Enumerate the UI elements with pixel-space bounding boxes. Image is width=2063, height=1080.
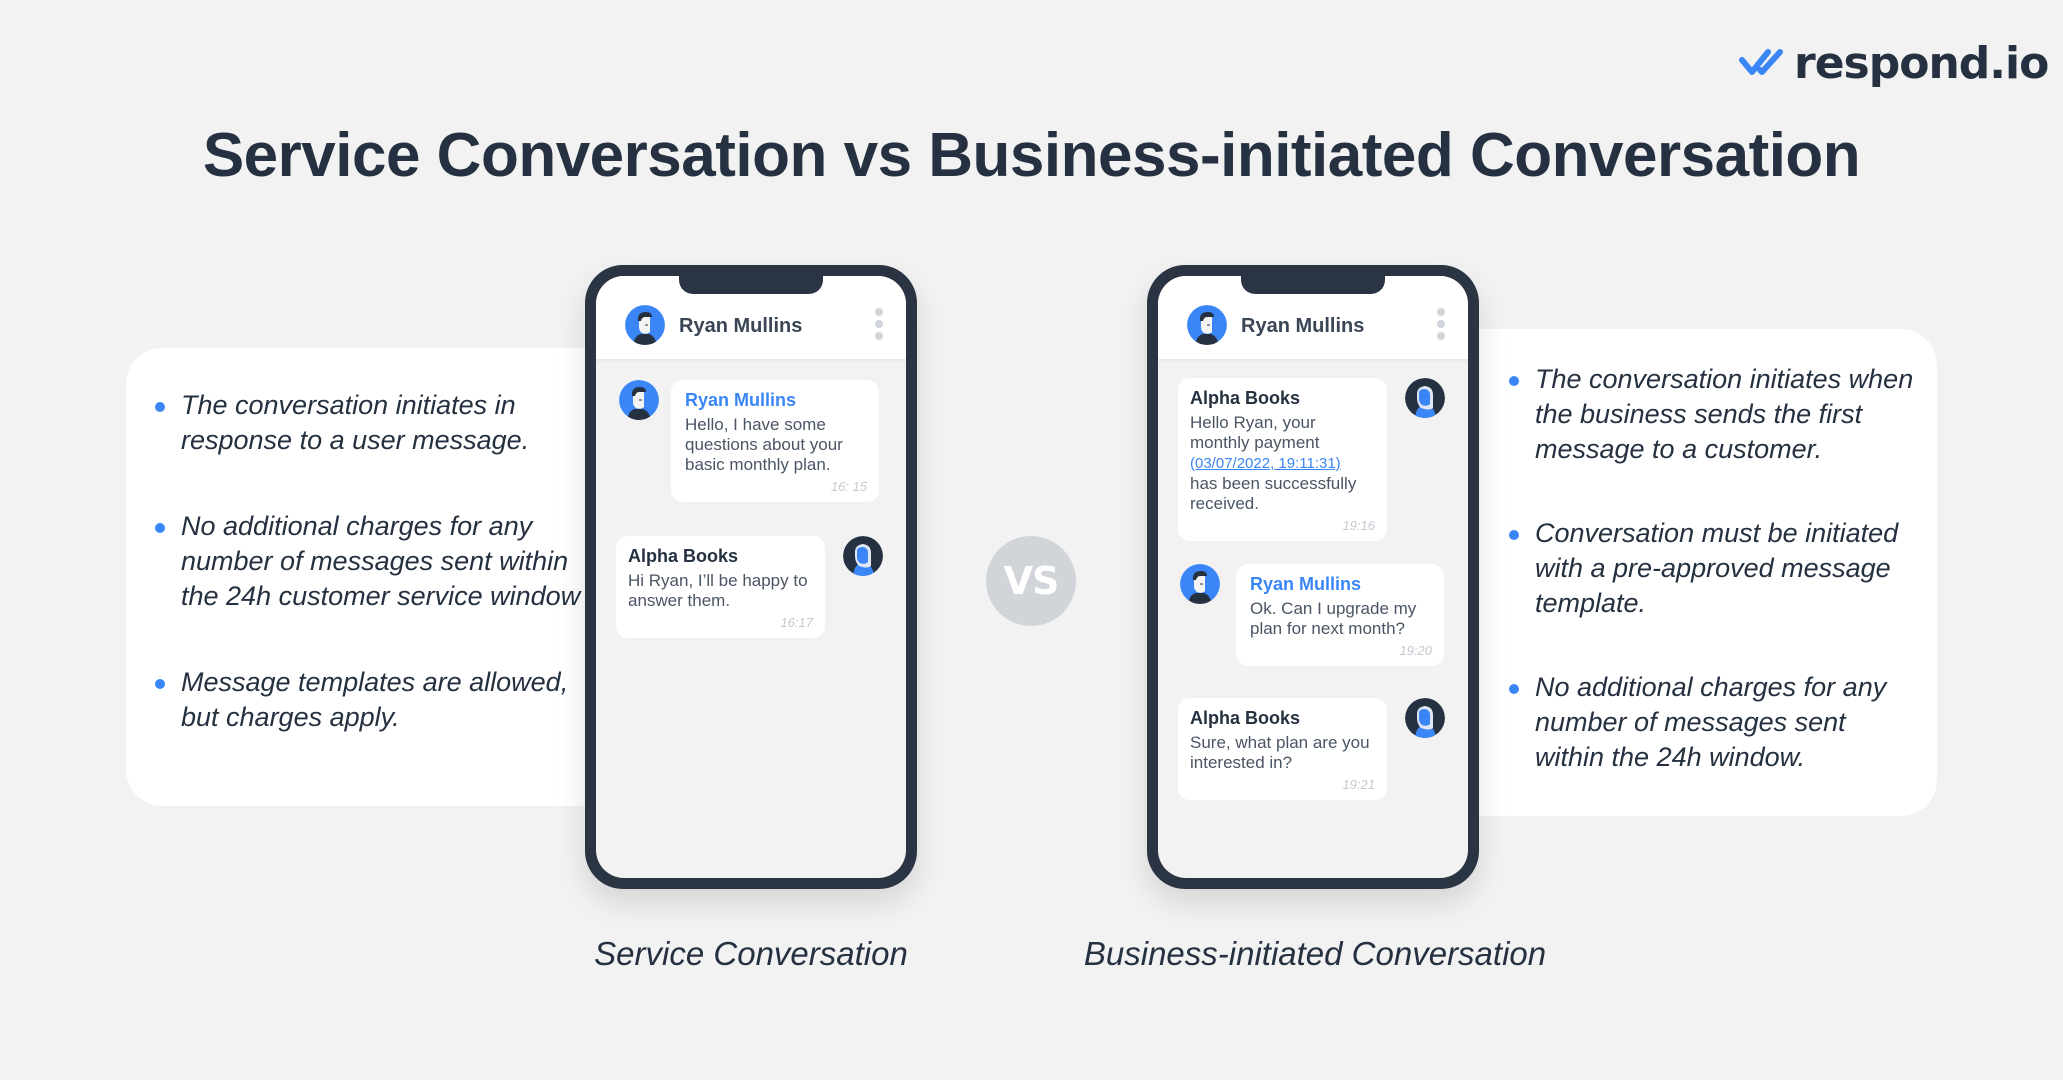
- service-point: Message templates are allowed, but charg…: [155, 665, 581, 735]
- message-sender: Ryan Mullins: [685, 390, 797, 410]
- chat-message-business: Alpha Books Hello Ryan, your monthly pay…: [1178, 378, 1445, 541]
- message-text: Ok. Can I upgrade my plan for next month…: [1250, 599, 1417, 638]
- bullet-icon: [155, 679, 165, 689]
- more-options-icon[interactable]: [1437, 308, 1445, 340]
- message-text: Hello, I have some questions about your …: [685, 415, 843, 474]
- message-sender: Alpha Books: [1190, 708, 1301, 728]
- message-text: Sure, what plan are you interested in?: [1190, 733, 1370, 772]
- message-bubble: Alpha Books Hello Ryan, your monthly pay…: [1178, 378, 1387, 541]
- contact-name: Ryan Mullins: [1241, 315, 1365, 337]
- message-time: 19:16: [1342, 518, 1375, 533]
- page-title: Service Conversation vs Business-initiat…: [202, 121, 1861, 190]
- business-initiated-phone: Ryan Mullins Alpha Books Hello Ryan, you…: [1147, 265, 1479, 889]
- message-bubble: Ryan Mullins Ok. Can I upgrade my plan f…: [1236, 564, 1444, 666]
- message-sender: Alpha Books: [628, 546, 739, 566]
- chat-message-user: Ryan Mullins Ok. Can I upgrade my plan f…: [1180, 564, 1444, 666]
- business-avatar: [1405, 378, 1445, 418]
- bullet-icon: [155, 402, 165, 412]
- brand-name: respond.io: [1794, 38, 2049, 89]
- business-avatar: [843, 536, 883, 576]
- message-time: 19:20: [1399, 643, 1432, 658]
- chat-message-business: Alpha Books Hi Ryan, I’ll be happy to an…: [616, 536, 883, 638]
- service-points-list: The conversation initiates in response t…: [155, 388, 581, 786]
- bullet-icon: [155, 523, 165, 533]
- message-time: 16: 15: [830, 479, 867, 494]
- business-initiated-caption: Business-initiated Conversation: [1083, 935, 1547, 972]
- user-avatar: [1180, 564, 1220, 604]
- chat-message-user: Ryan Mullins Hello, I have some question…: [619, 380, 879, 502]
- business-avatar: [1405, 698, 1445, 738]
- message-sender: Ryan Mullins: [1250, 574, 1362, 594]
- phone-screen: Ryan Mullins Ryan Mullins Hello, I have …: [596, 276, 906, 878]
- message-bubble: Ryan Mullins Hello, I have some question…: [671, 380, 879, 502]
- contact-avatar: [625, 305, 665, 345]
- message-text: Hello Ryan, your monthly payment (03/07/…: [1190, 413, 1357, 513]
- business-point: The conversation initiates when the busi…: [1509, 362, 1915, 467]
- double-check-icon: [1739, 48, 1783, 75]
- service-conversation-phone: Ryan Mullins Ryan Mullins Hello, I have …: [585, 265, 917, 889]
- payment-timestamp-link[interactable]: (03/07/2022, 19:11:31): [1190, 455, 1341, 472]
- chat-message-business: Alpha Books Sure, what plan are you inte…: [1178, 698, 1445, 800]
- message-time: 16:17: [780, 615, 813, 630]
- service-conversation-caption: Service Conversation: [594, 935, 908, 972]
- bullet-icon: [1509, 684, 1519, 694]
- service-point: The conversation initiates in response t…: [155, 388, 581, 458]
- message-sender: Alpha Books: [1190, 388, 1301, 408]
- vs-badge: VS: [986, 536, 1076, 626]
- bullet-icon: [1509, 376, 1519, 386]
- phone-notch: [679, 276, 823, 294]
- phone-screen: Ryan Mullins Alpha Books Hello Ryan, you…: [1158, 276, 1468, 878]
- service-point: No additional charges for any number of …: [155, 509, 581, 614]
- user-avatar: [619, 380, 659, 420]
- business-point: Conversation must be initiated with a pr…: [1509, 516, 1915, 621]
- business-points-list: The conversation initiates when the busi…: [1509, 362, 1915, 824]
- respond-io-logo: respond.io: [1738, 38, 2049, 89]
- phone-notch: [1241, 276, 1385, 294]
- contact-name: Ryan Mullins: [679, 315, 803, 337]
- business-initiated-info-card: The conversation initiates when the busi…: [1440, 329, 1937, 816]
- contact-avatar: [1187, 305, 1227, 345]
- bullet-icon: [1509, 530, 1519, 540]
- service-conversation-info-card: The conversation initiates in response t…: [126, 348, 646, 806]
- business-point: No additional charges for any number of …: [1509, 670, 1915, 775]
- message-bubble: Alpha Books Hi Ryan, I’ll be happy to an…: [616, 536, 825, 638]
- message-text: Hi Ryan, I’ll be happy to answer them.: [628, 571, 808, 610]
- message-bubble: Alpha Books Sure, what plan are you inte…: [1178, 698, 1387, 800]
- more-options-icon[interactable]: [875, 308, 883, 340]
- message-time: 19:21: [1342, 777, 1375, 792]
